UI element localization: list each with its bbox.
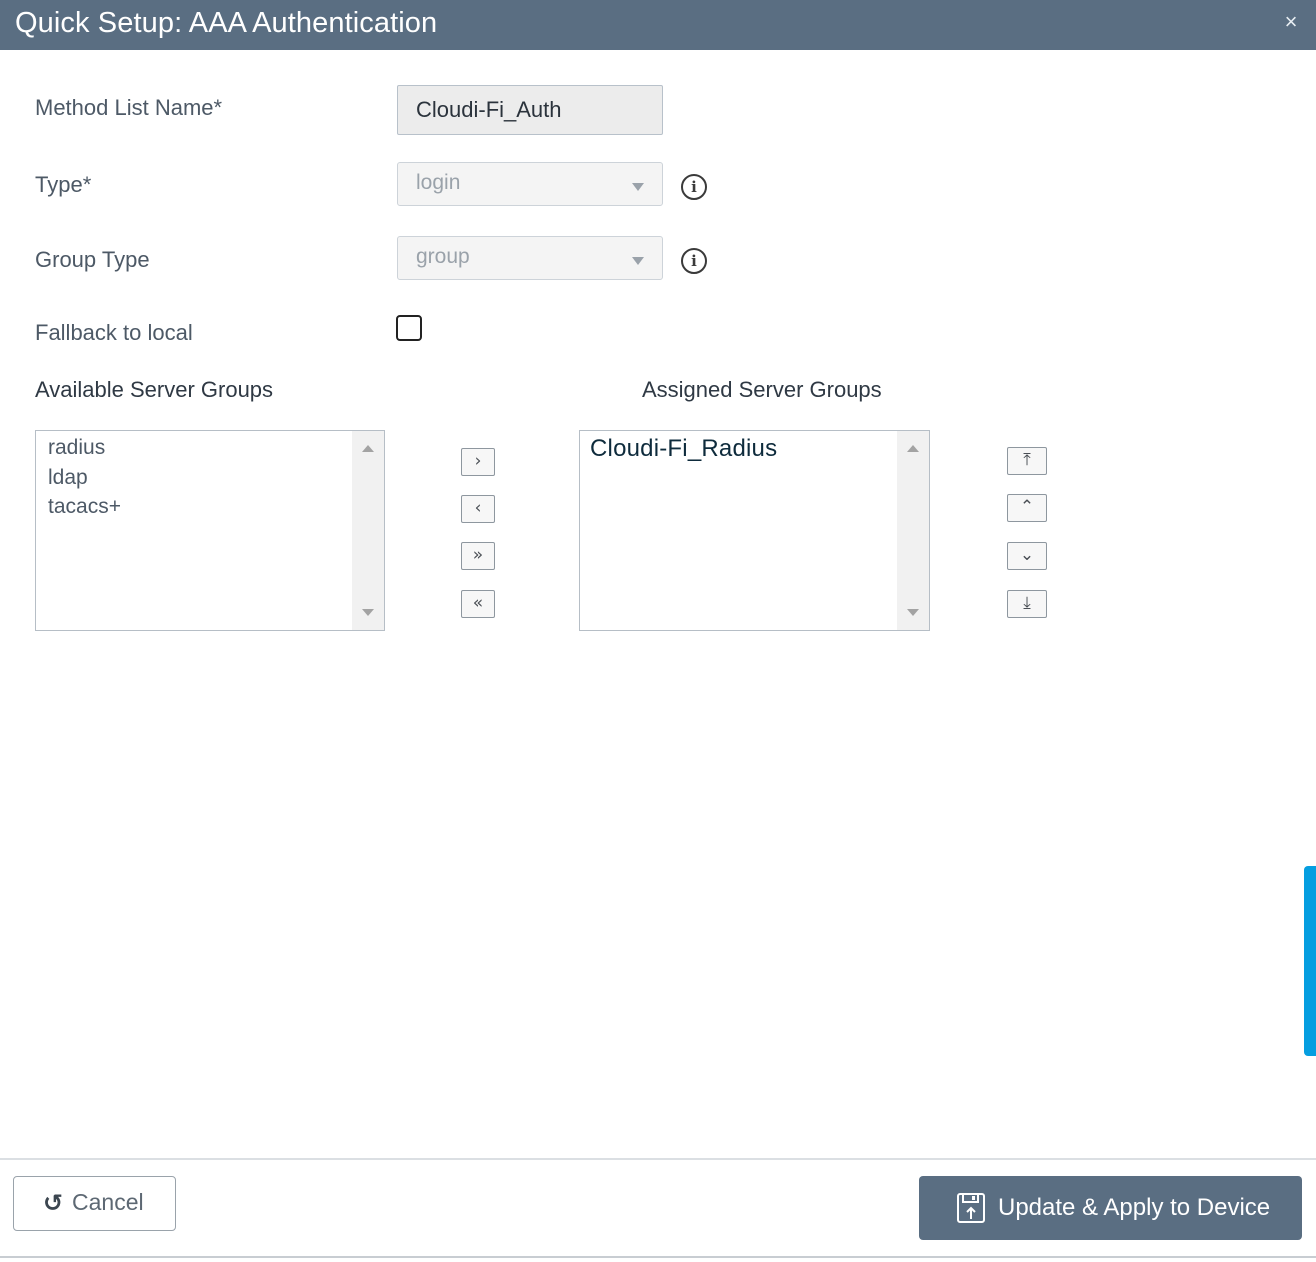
list-item[interactable]: ldap [48, 463, 121, 493]
fallback-label: Fallback to local [35, 320, 193, 345]
side-panel-tab[interactable] [1304, 866, 1316, 1056]
assigned-groups-title: Assigned Server Groups [642, 377, 882, 402]
scroll-up-icon[interactable] [362, 445, 374, 452]
update-apply-button-label: Update & Apply to Device [998, 1194, 1271, 1221]
info-icon[interactable]: i [681, 174, 707, 200]
list-item[interactable]: Cloudi-Fi_Radius [590, 435, 777, 463]
method-list-name-label: Method List Name* [35, 95, 223, 120]
move-right-button[interactable]: › [461, 448, 495, 476]
fallback-checkbox[interactable] [396, 315, 422, 341]
move-all-left-button[interactable]: « [461, 590, 495, 618]
scrollbar[interactable] [352, 431, 384, 630]
scroll-up-icon[interactable] [907, 445, 919, 452]
type-label: Type* [35, 172, 92, 197]
move-all-right-button[interactable]: » [461, 542, 495, 570]
group-type-label: Group Type [35, 247, 150, 272]
undo-icon: ↺ [43, 1189, 64, 1217]
cancel-button-label: Cancel [72, 1189, 144, 1215]
move-top-button[interactable]: ⤒ [1007, 447, 1047, 475]
move-down-button[interactable]: ⌄ [1007, 542, 1047, 570]
update-apply-button[interactable]: Update & Apply to Device [919, 1176, 1302, 1240]
chevron-down-icon [632, 183, 644, 191]
footer-bottom-divider [0, 1256, 1316, 1258]
move-bottom-button[interactable]: ⤓ [1007, 590, 1047, 618]
close-icon[interactable]: × [1280, 10, 1302, 34]
chevron-down-icon [632, 257, 644, 265]
scroll-down-icon[interactable] [907, 609, 919, 616]
type-select-value: login [416, 171, 461, 194]
group-type-select-value: group [416, 245, 470, 268]
dialog-title: Quick Setup: AAA Authentication [15, 7, 438, 39]
move-left-button[interactable]: ‹ [461, 495, 495, 523]
scrollbar[interactable] [897, 431, 929, 630]
dialog-header: Quick Setup: AAA Authentication × [0, 0, 1316, 50]
info-icon[interactable]: i [681, 248, 707, 274]
save-icon [957, 1193, 985, 1228]
assigned-groups-list[interactable]: Cloudi-Fi_Radius [579, 430, 930, 631]
available-groups-title: Available Server Groups [35, 377, 274, 402]
type-select[interactable]: login [397, 162, 663, 206]
scroll-down-icon[interactable] [362, 609, 374, 616]
list-item[interactable]: radius [48, 433, 121, 463]
footer-divider [0, 1158, 1316, 1160]
group-type-select[interactable]: group [397, 236, 663, 280]
available-groups-list[interactable]: radius ldap tacacs+ [35, 430, 385, 631]
method-list-name-input[interactable] [397, 85, 663, 135]
move-up-button[interactable]: ⌃ [1007, 494, 1047, 522]
cancel-button[interactable]: ↺ Cancel [13, 1176, 176, 1231]
list-item[interactable]: tacacs+ [48, 492, 121, 522]
